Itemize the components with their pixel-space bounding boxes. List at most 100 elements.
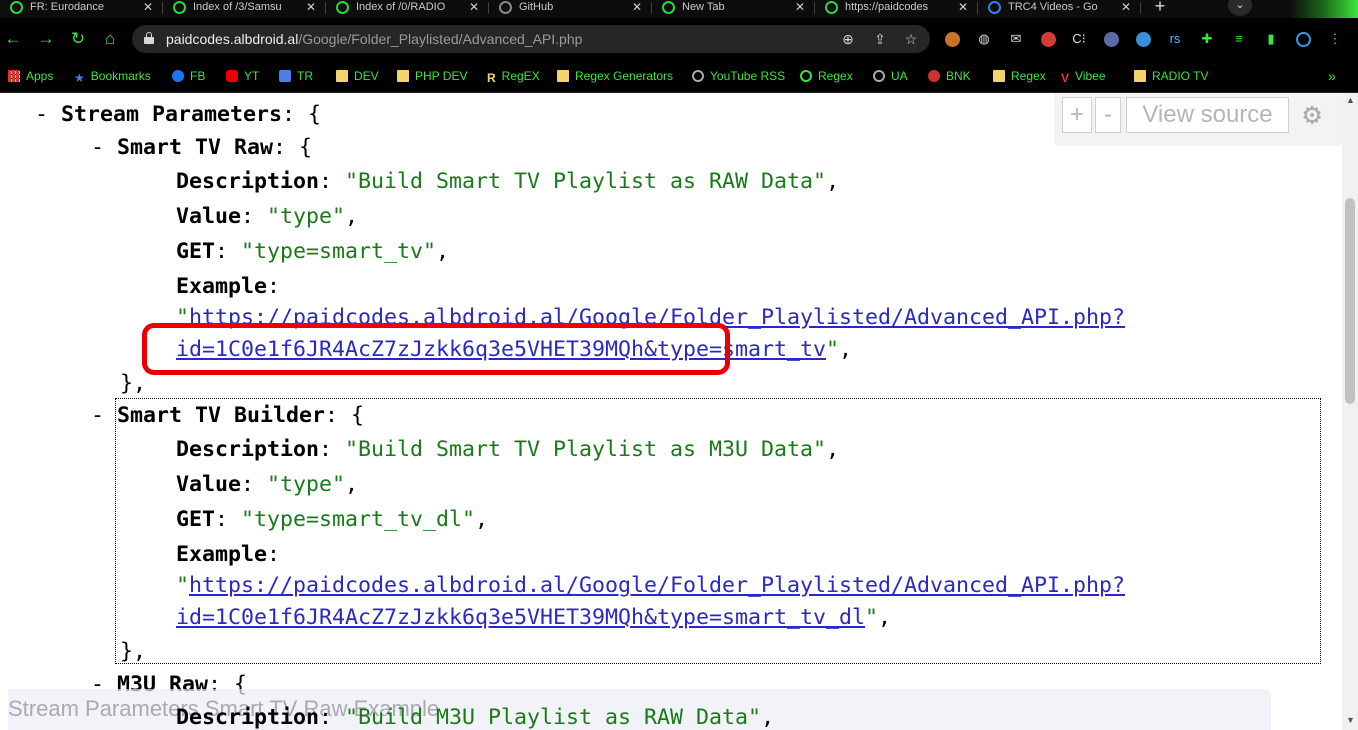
tab-title: FR: Eurodance <box>30 1 104 13</box>
bookmark-label: RADIO TV <box>1152 69 1209 83</box>
url-text[interactable]: paidcodes.albdroid.al/Google/Folder_Play… <box>166 31 582 47</box>
close-tab-icon[interactable]: ✕ <box>958 0 968 14</box>
url-host: paidcodes.albdroid.al <box>166 31 299 47</box>
close-tab-icon[interactable]: ✕ <box>632 0 642 14</box>
expand-all-button[interactable]: + <box>1062 97 1092 133</box>
bookmark-regex-generators[interactable]: Regex Generators <box>557 68 673 85</box>
bookmark-dev[interactable]: DEV <box>336 68 379 85</box>
bookmarks-bar: Apps ★ Bookmarks FB YT TR DEV PHP DEV R Re… <box>0 60 1358 93</box>
collapse-toggle[interactable]: - <box>91 403 117 428</box>
window-controls <box>1290 0 1358 18</box>
folder-icon <box>993 70 1005 82</box>
bookmark-label: UA <box>891 69 908 83</box>
close-tab-icon[interactable]: ✕ <box>306 0 316 14</box>
bookmark-fb[interactable]: FB <box>172 68 205 85</box>
tab-title: TRC4 Videos - Go <box>1008 1 1098 13</box>
sidepanel-ext-icon[interactable]: ▮ <box>1260 28 1282 50</box>
reload-button[interactable]: ↻ <box>65 26 91 52</box>
viewer-controls: + - View source ⚙ <box>1054 93 1342 146</box>
lock-icon[interactable] <box>144 32 154 44</box>
home-button[interactable]: ⌂ <box>97 26 123 52</box>
view-source-button[interactable]: View source <box>1126 97 1289 133</box>
puzzle-ext-icon[interactable]: ✚ <box>1196 28 1218 50</box>
address-bar[interactable]: paidcodes.albdroid.al/Google/Folder_Play… <box>132 25 930 53</box>
star-icon[interactable]: ☆ <box>901 29 921 49</box>
bookmark-regex-2[interactable]: Regex <box>800 68 853 85</box>
collapse-toggle[interactable]: - <box>35 102 61 127</box>
json-key[interactable]: Smart TV Raw <box>117 135 273 160</box>
bookmark-radio-tv[interactable]: RADIO TV <box>1134 68 1208 85</box>
new-tab-button[interactable]: + <box>1148 0 1172 16</box>
tab[interactable]: New Tab ✕ <box>652 0 815 18</box>
code-ext-icon[interactable] <box>941 28 963 50</box>
tab[interactable]: Index of /0/RADIO ✕ <box>326 0 489 18</box>
bookmark-youtube-rss[interactable]: YouTube RSS <box>692 68 785 85</box>
json-punct: : <box>215 239 242 264</box>
share-icon[interactable]: ⇪ <box>870 29 890 49</box>
cursor-ext-icon[interactable] <box>1100 28 1122 50</box>
example-url-link[interactable]: https://paidcodes.albdroid.al/Google/Fol… <box>189 573 1125 598</box>
json-punct: : <box>241 204 268 229</box>
close-tab-icon[interactable]: ✕ <box>469 0 479 14</box>
tab-search-icon[interactable]: ⌄ <box>1228 0 1252 16</box>
tab[interactable]: TRC4 Videos - Go ✕ <box>978 0 1141 18</box>
json-punct: : <box>241 472 268 497</box>
collapse-all-button[interactable]: - <box>1095 97 1121 133</box>
earth-ext-icon[interactable] <box>1132 28 1154 50</box>
bookmark-tr[interactable]: TR <box>279 68 313 85</box>
tab[interactable]: Index of /3/Samsu ✕ <box>163 0 326 18</box>
folder-icon <box>557 70 569 82</box>
globe-icon <box>692 70 704 82</box>
cs-ext-icon[interactable]: C⁝ <box>1068 28 1090 50</box>
bookmark-apps[interactable]: Apps <box>8 68 53 85</box>
rs-ext-icon[interactable]: rs <box>1164 28 1186 50</box>
bookmark-regex[interactable]: R RegEX <box>487 68 540 85</box>
json-punct: , <box>761 705 775 730</box>
json-key[interactable]: Smart TV Builder <box>117 403 325 428</box>
red-ext-icon[interactable] <box>1037 28 1059 50</box>
globe-ext-icon[interactable]: ◍ <box>973 28 995 50</box>
json-quote: " <box>826 337 840 362</box>
menu-icon[interactable]: ⋮ <box>1324 28 1346 50</box>
json-key: Value <box>176 472 242 497</box>
playlist-ext-icon[interactable]: ≡ <box>1228 28 1250 50</box>
close-tab-icon[interactable]: ✕ <box>795 0 805 14</box>
bookmark-bookmarks[interactable]: ★ Bookmarks <box>74 68 151 85</box>
collapse-toggle[interactable]: - <box>91 135 117 160</box>
translate-icon <box>279 70 291 82</box>
json-line: }, <box>120 367 146 400</box>
vertical-scrollbar[interactable]: ▲ ▼ <box>1342 93 1358 730</box>
tab-active[interactable]: https://paidcodes ✕ <box>815 0 978 18</box>
bookmark-regex-3[interactable]: Regex <box>993 68 1046 85</box>
forward-button[interactable]: → <box>33 26 59 52</box>
url-path: /Google/Folder_Playlisted/Advanced_API.p… <box>298 31 583 47</box>
tab-strip: FR: Eurodance ✕ Index of /3/Samsu ✕ Index … <box>0 0 1358 18</box>
example-url-link[interactable]: id=1C0e1f6JR4AcZ7zJzkk6q3e5VHET39MQh&typ… <box>176 605 865 630</box>
bookmark-bnk[interactable]: BNK <box>928 68 971 85</box>
gear-icon[interactable]: ⚙ <box>1296 99 1328 131</box>
close-tab-icon[interactable]: ✕ <box>1121 0 1131 14</box>
scroll-up-icon[interactable]: ▲ <box>1346 95 1355 105</box>
bookmarks-overflow-button[interactable]: » <box>1328 68 1336 84</box>
json-punct: }, <box>120 639 147 664</box>
mail-ext-icon[interactable]: ✉ <box>1005 28 1027 50</box>
scrollbar-thumb[interactable] <box>1345 198 1355 404</box>
scroll-down-icon[interactable]: ▼ <box>1346 715 1355 725</box>
bookmark-yt[interactable]: YT <box>226 68 259 85</box>
profile-ext-icon[interactable] <box>1292 28 1314 50</box>
json-punct: , <box>345 204 359 229</box>
github-icon <box>499 1 512 14</box>
json-line: - Stream Parameters: { <box>35 98 321 131</box>
bookmark-vibee[interactable]: V Vibee <box>1061 68 1106 85</box>
close-tab-icon[interactable]: ✕ <box>143 0 153 14</box>
zoom-icon[interactable]: ⊕ <box>838 29 858 49</box>
tab[interactable]: FR: Eurodance ✕ <box>0 0 163 18</box>
back-button[interactable]: ← <box>0 26 26 52</box>
bookmark-ua[interactable]: UA <box>873 68 908 85</box>
json-line: Value: "type", <box>176 200 358 233</box>
bookmark-php-dev[interactable]: PHP DEV <box>397 68 467 85</box>
json-punct: , <box>345 472 359 497</box>
tab[interactable]: GitHub ✕ <box>489 0 652 18</box>
tab-favicon-icon <box>336 1 349 14</box>
json-key[interactable]: Stream Parameters <box>61 102 282 127</box>
